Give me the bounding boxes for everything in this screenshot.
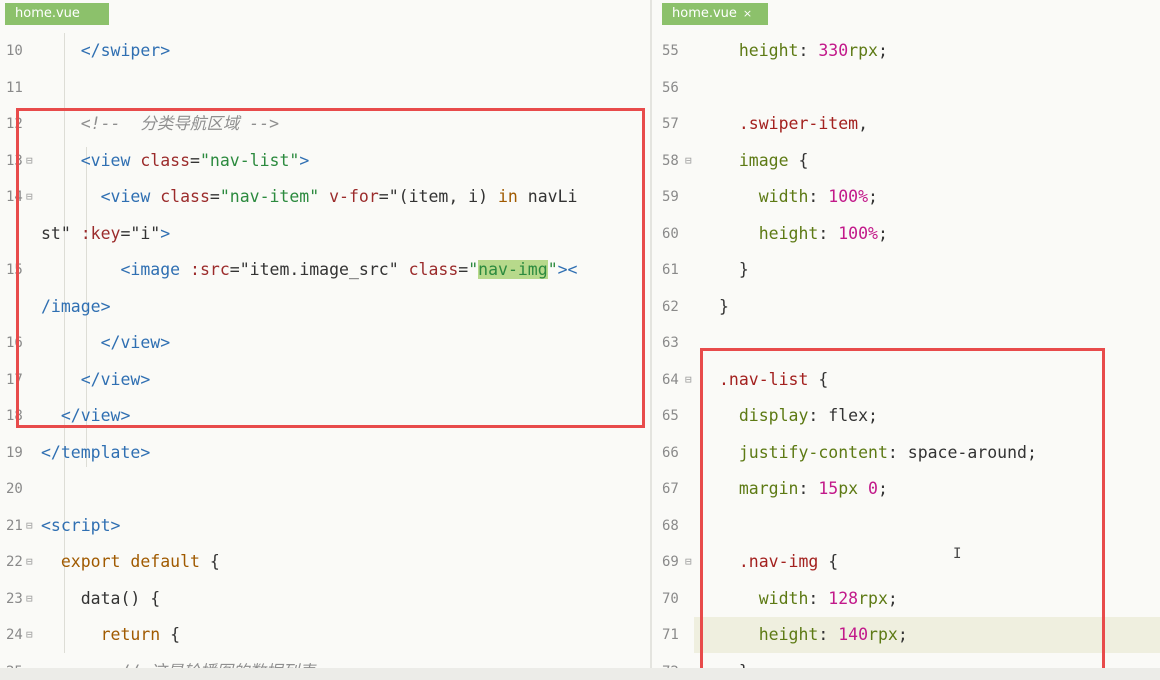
tab-home-vue-left[interactable]: home.vue: [5, 3, 109, 25]
line-number: 55: [662, 43, 679, 59]
line-number: 65: [662, 408, 679, 424]
line-number: 62: [662, 298, 679, 315]
code-line[interactable]: 11: [0, 70, 650, 107]
code-line[interactable]: 24 ⊟ return {: [0, 617, 650, 654]
code-text: </swiper>: [80, 41, 171, 60]
code-text: }: [719, 260, 749, 279]
code-line[interactable]: 20: [0, 471, 650, 508]
line-number: 57: [662, 116, 679, 132]
line-number: 63: [662, 335, 679, 351]
fold-minus-icon[interactable]: ⊟: [685, 143, 692, 180]
code-line[interactable]: 58 ⊟ image {: [652, 143, 1160, 180]
line-number: 11: [6, 79, 23, 96]
fold-minus-icon[interactable]: ⊟: [26, 617, 33, 654]
text-cursor-icon: I: [953, 546, 962, 562]
code-text: return {: [100, 625, 181, 644]
left-editor-pane[interactable]: home.vue 10 </swiper> 11 12 <!-- 分类导航区域 --…: [0, 0, 650, 680]
code-text: .swiper-item,: [738, 114, 869, 133]
line-number: 21: [6, 517, 23, 534]
fold-minus-icon[interactable]: ⊟: [26, 544, 33, 581]
line-number: 20: [6, 481, 23, 497]
line-number: 19: [6, 444, 23, 461]
code-line[interactable]: 23 ⊟ data() {: [0, 581, 650, 618]
fold-minus-icon[interactable]: ⊟: [685, 362, 692, 399]
tab-label: home.vue: [672, 6, 737, 21]
code-line[interactable]: 10 </swiper>: [0, 33, 650, 70]
fold-minus-icon[interactable]: ⊟: [26, 508, 33, 545]
code-text: height: 330rpx;: [738, 41, 888, 60]
code-line[interactable]: 61 }: [652, 252, 1160, 289]
right-editor-pane[interactable]: home.vue × 55 height: 330rpx; 56 57 .swiper…: [652, 0, 1160, 680]
code-text: height: 100%;: [758, 223, 888, 243]
code-line[interactable]: 62}: [652, 289, 1160, 326]
fold-minus-icon[interactable]: ⊟: [685, 544, 692, 581]
code-text: }: [719, 296, 729, 316]
line-number: 68: [662, 517, 679, 534]
line-number: 59: [662, 189, 679, 205]
line-number: 24: [6, 627, 23, 643]
code-line[interactable]: 22 ⊟ export default {: [0, 544, 650, 581]
highlight-box-template: [16, 108, 645, 428]
tab-home-vue-right[interactable]: home.vue ×: [662, 3, 768, 25]
code-line[interactable]: 57 .swiper-item,: [652, 106, 1160, 143]
code-line[interactable]: 59 width: 100%;: [652, 179, 1160, 216]
code-text: data() {: [41, 588, 161, 608]
code-line[interactable]: 21 ⊟ <script>: [0, 508, 650, 545]
line-number: 23: [6, 590, 23, 607]
line-number: 60: [662, 225, 679, 242]
close-icon[interactable]: ×: [743, 7, 752, 20]
highlight-box-style: [700, 348, 1105, 672]
fold-minus-icon[interactable]: ⊟: [26, 581, 33, 618]
line-number: 67: [662, 481, 679, 497]
code-text: width: 100%;: [758, 187, 878, 206]
line-number: 66: [662, 444, 679, 461]
line-number: 61: [662, 262, 679, 278]
code-text: export default {: [60, 552, 220, 571]
code-line[interactable]: 60 height: 100%;: [652, 216, 1160, 253]
code-text: <script>: [41, 515, 121, 535]
code-line[interactable]: 55 height: 330rpx;: [652, 33, 1160, 70]
line-number: 71: [662, 627, 679, 643]
tab-label: home.vue: [15, 6, 80, 21]
code-line[interactable]: 56: [652, 70, 1160, 107]
code-line[interactable]: 19 </template>: [0, 435, 650, 472]
code-text: image {: [738, 150, 809, 170]
line-number: 56: [662, 79, 679, 96]
line-number: 70: [662, 590, 679, 607]
line-number: 22: [6, 554, 23, 570]
line-number: 10: [6, 43, 23, 59]
code-text: </template>: [41, 442, 151, 462]
horizontal-scrollbar[interactable]: [0, 668, 1160, 680]
